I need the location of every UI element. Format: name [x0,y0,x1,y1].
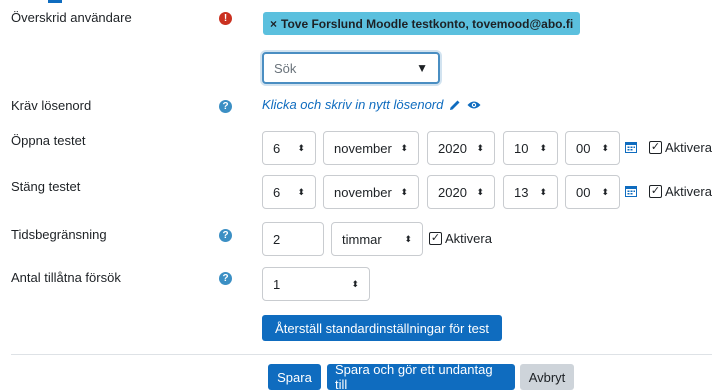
open-enable-checkbox[interactable]: ✓ Aktivera [649,140,712,155]
password-link-text: Klicka och skriv in nytt lösenord [262,97,444,112]
sort-caret-icon: ⬍ [601,186,609,197]
check-icon[interactable]: ✓ [649,185,662,198]
cancel-button[interactable]: Avbryt [520,364,574,390]
close-hour-value: 13 [514,184,529,200]
close-month-value: november [334,184,392,200]
sort-caret-icon: ⬍ [400,186,408,197]
check-icon[interactable]: ✓ [429,232,442,245]
close-month-select[interactable]: november ⬍ [323,175,419,209]
sort-caret-icon: ⬍ [297,186,305,197]
open-minute-value: 00 [576,140,591,156]
open-day-value: 6 [273,140,281,156]
close-minute-select[interactable]: 00 ⬍ [565,175,620,209]
sort-caret-icon: ⬍ [601,142,609,153]
open-year-select[interactable]: 2020 ⬍ [427,131,495,165]
chevron-down-icon: ▼ [416,61,428,75]
sort-caret-icon: ⬍ [297,142,305,153]
open-enable-label: Aktivera [665,140,712,155]
require-password-label: Kräv lösenord [11,98,92,113]
override-users-label: Överskrid användare [11,10,132,25]
sort-caret-icon: ⬍ [476,142,484,153]
save-and-another-override-button[interactable]: Spara och gör ett undantag till [327,362,515,392]
close-year-value: 2020 [438,184,467,200]
sort-caret-icon: ⬍ [351,278,359,289]
open-minute-select[interactable]: 00 ⬍ [565,131,620,165]
open-day-select[interactable]: 6 ⬍ [262,131,316,165]
close-day-value: 6 [273,184,281,200]
close-enable-checkbox[interactable]: ✓ Aktivera [649,184,712,199]
sort-caret-icon: ⬍ [539,142,547,153]
attempts-label: Antal tillåtna försök [11,270,121,285]
user-search-select[interactable]: Sök ▼ [262,52,440,84]
password-edit-link[interactable]: Klicka och skriv in nytt lösenord [262,97,481,112]
selected-user-chip[interactable]: × Tove Forslund Moodle testkonto, tovemo… [263,12,581,35]
chip-remove-icon[interactable]: × [270,17,277,31]
open-month-value: november [334,140,392,156]
time-limit-enable-checkbox[interactable]: ✓ Aktivera [429,231,492,246]
open-month-select[interactable]: november ⬍ [323,131,419,165]
required-icon: ! [219,12,232,25]
close-hour-select[interactable]: 13 ⬍ [503,175,558,209]
time-limit-value: 2 [273,231,281,247]
open-hour-value: 10 [514,140,529,156]
calendar-icon[interactable] [625,141,637,153]
eye-icon[interactable] [467,100,481,110]
help-icon-attempts[interactable]: ? [219,272,232,285]
time-unit-select[interactable]: timmar ⬍ [331,222,423,256]
chip-label: Tove Forslund Moodle testkonto, tovemood… [281,16,574,31]
calendar-icon[interactable] [625,185,637,197]
close-quiz-label: Stäng testet [11,179,81,194]
time-limit-input[interactable]: 2 [262,222,324,256]
sort-caret-icon: ⬍ [476,186,484,197]
save-button[interactable]: Spara [268,364,321,390]
check-icon[interactable]: ✓ [649,141,662,154]
open-hour-select[interactable]: 10 ⬍ [503,131,558,165]
top-edge-strip [48,0,62,3]
attempts-value: 1 [273,276,281,292]
help-icon-password[interactable]: ? [219,100,232,113]
open-quiz-label: Öppna testet [11,133,86,148]
attempts-select[interactable]: 1 ⬍ [262,267,370,301]
close-day-select[interactable]: 6 ⬍ [262,175,316,209]
close-enable-label: Aktivera [665,184,712,199]
time-limit-label: Tidsbegränsning [11,227,107,242]
help-icon-time-limit[interactable]: ? [219,229,232,242]
open-year-value: 2020 [438,140,467,156]
time-limit-enable-label: Aktivera [445,231,492,246]
pencil-icon[interactable] [449,99,461,111]
sort-caret-icon: ⬍ [404,233,412,244]
form-divider [11,354,712,355]
sort-caret-icon: ⬍ [400,142,408,153]
time-unit-value: timmar [342,231,382,247]
search-placeholder: Sök [274,60,297,76]
close-year-select[interactable]: 2020 ⬍ [427,175,495,209]
sort-caret-icon: ⬍ [539,186,547,197]
close-minute-value: 00 [576,184,591,200]
reset-defaults-button[interactable]: Återställ standardinställningar för test [262,315,502,341]
